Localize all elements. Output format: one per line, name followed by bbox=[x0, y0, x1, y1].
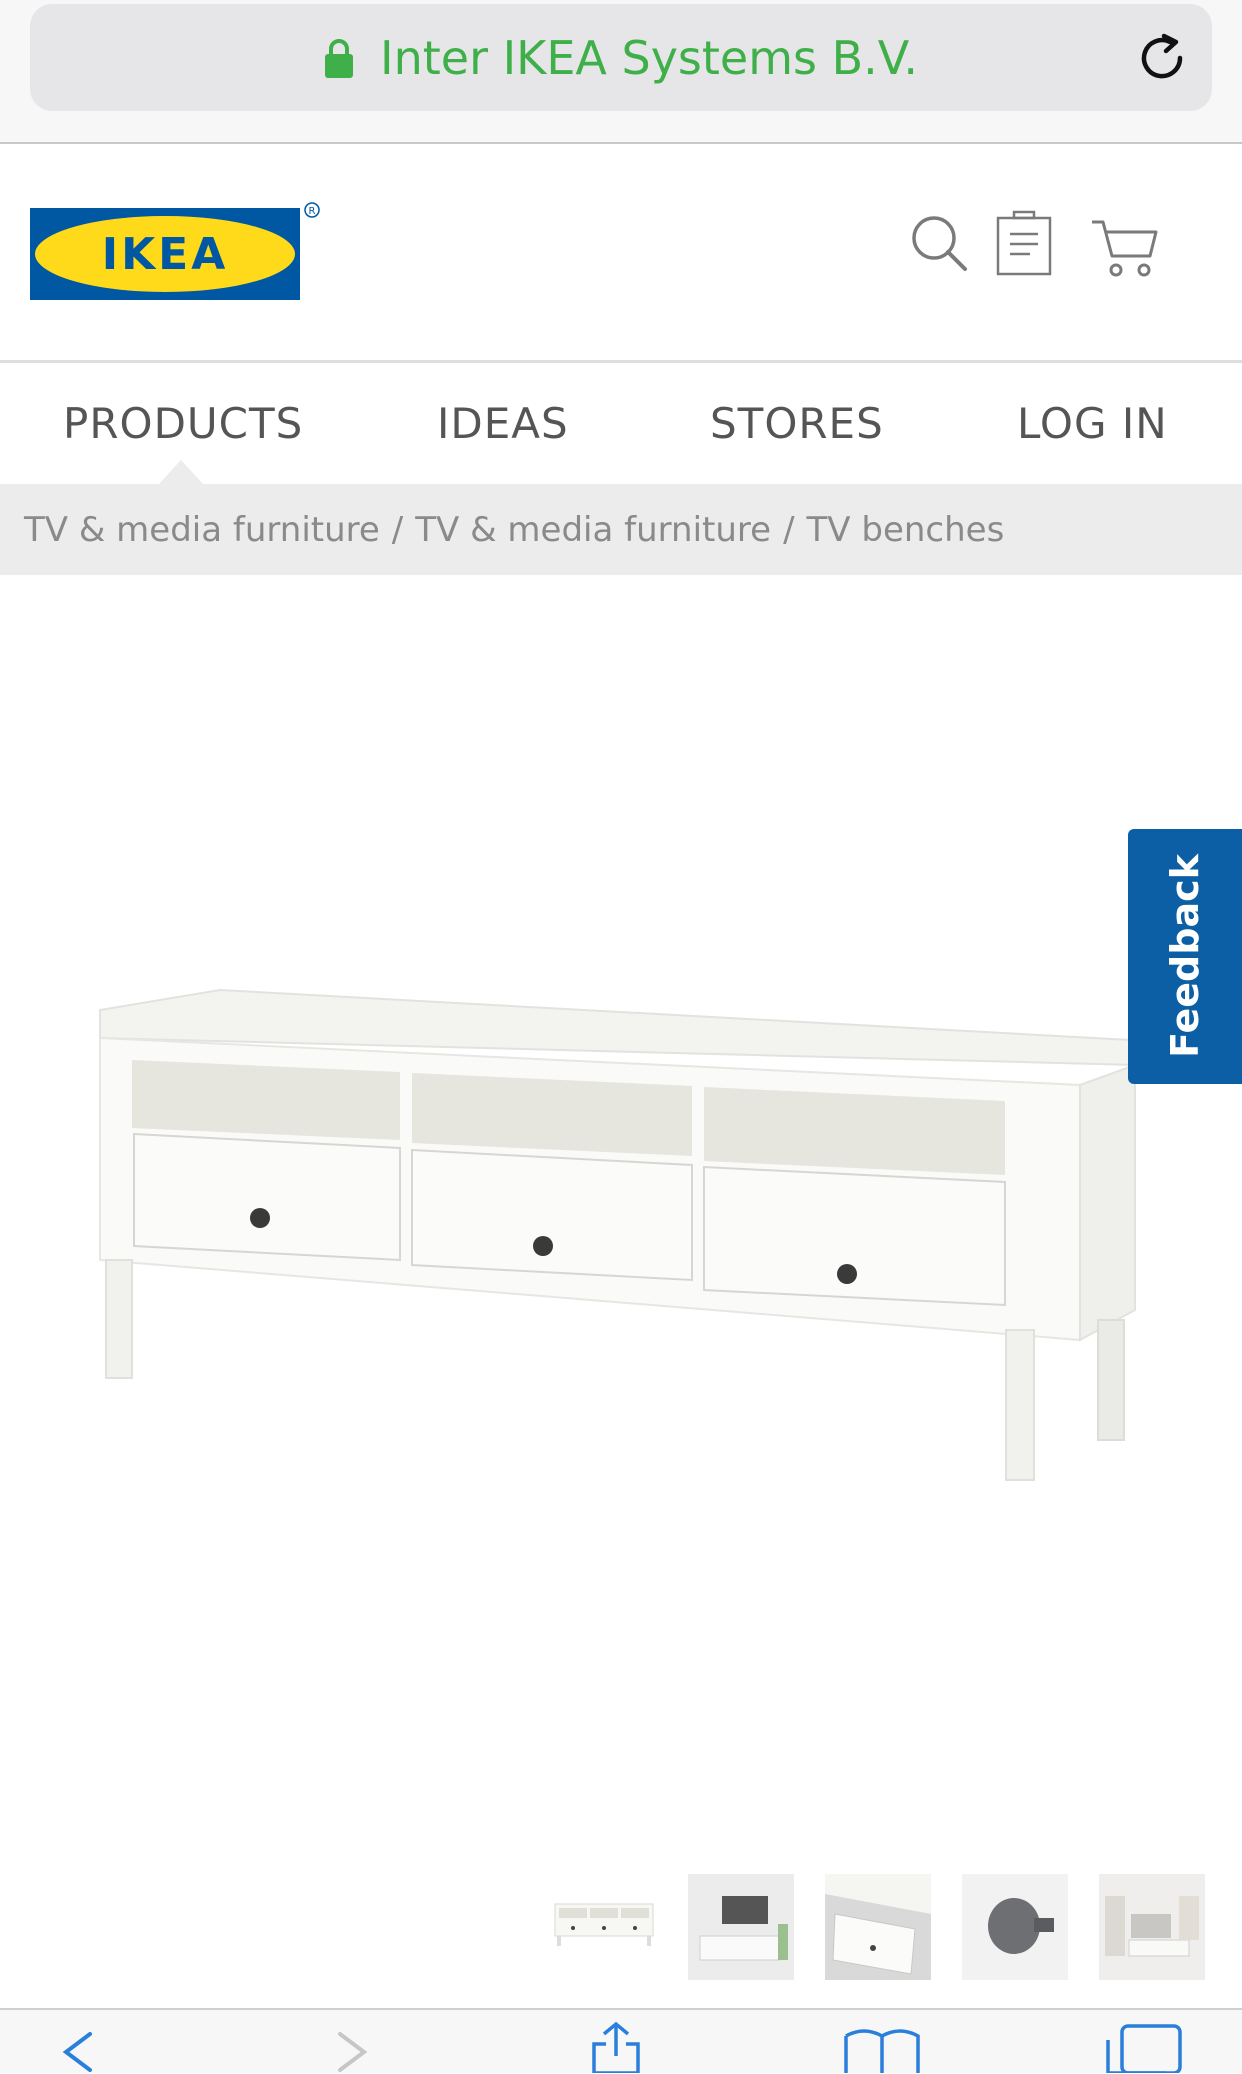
feedback-tab[interactable]: Feedback bbox=[1128, 829, 1242, 1084]
nav-products[interactable]: PRODUCTS bbox=[63, 399, 303, 448]
living-room-thumb-icon bbox=[688, 1874, 794, 1980]
thumbnail-tv-bench-drawer-open[interactable] bbox=[825, 1874, 931, 1980]
browser-toolbar bbox=[0, 2008, 1242, 2073]
breadcrumb-separator: / bbox=[391, 509, 404, 550]
active-nav-indicator bbox=[159, 460, 203, 484]
address-field[interactable]: Inter IKEA Systems B.V. bbox=[30, 4, 1212, 111]
thumbnail-knob-detail[interactable] bbox=[962, 1874, 1068, 1980]
forward-icon[interactable] bbox=[336, 2030, 370, 2074]
ikea-logo[interactable]: IKEA R bbox=[30, 202, 322, 300]
lock-icon bbox=[325, 38, 354, 78]
breadcrumb-item[interactable]: TV & media furniture bbox=[24, 510, 380, 550]
feedback-label: Feedback bbox=[1163, 854, 1207, 1058]
thumbnail-room-setting[interactable] bbox=[1099, 1874, 1205, 1980]
share-icon[interactable] bbox=[588, 2020, 644, 2073]
site-header: IKEA R bbox=[0, 144, 1242, 363]
tabs-icon[interactable] bbox=[1104, 2022, 1184, 2073]
knob-thumb-icon bbox=[962, 1874, 1068, 1980]
svg-text:IKEA: IKEA bbox=[102, 229, 229, 280]
svg-text:R: R bbox=[309, 206, 316, 217]
shopping-list-icon[interactable] bbox=[994, 208, 1054, 276]
thumbnail-tv-bench-living-room[interactable] bbox=[688, 1874, 794, 1980]
browser-url-bar: Inter IKEA Systems B.V. bbox=[0, 0, 1242, 144]
nav-ideas[interactable]: IDEAS bbox=[437, 399, 569, 448]
breadcrumb-item[interactable]: TV & media furniture bbox=[415, 510, 771, 550]
address-content: Inter IKEA Systems B.V. bbox=[30, 4, 1212, 111]
nav-log-in[interactable]: LOG IN bbox=[1017, 399, 1168, 448]
breadcrumb: TV & media furniture / TV & media furnitur… bbox=[0, 484, 1242, 575]
product-image[interactable] bbox=[80, 960, 1150, 1540]
room-thumb-icon bbox=[1099, 1874, 1205, 1980]
cart-icon[interactable] bbox=[1090, 214, 1158, 280]
site-identity-text: Inter IKEA Systems B.V. bbox=[380, 30, 918, 85]
search-icon[interactable] bbox=[910, 214, 968, 272]
reload-icon[interactable] bbox=[1136, 32, 1188, 84]
tv-bench-thumb-icon bbox=[554, 1903, 654, 1946]
drawer-thumb-icon bbox=[825, 1874, 931, 1980]
bookmarks-icon[interactable] bbox=[842, 2026, 922, 2073]
breadcrumb-separator: / bbox=[783, 509, 795, 550]
back-icon[interactable] bbox=[60, 2030, 94, 2074]
breadcrumb-item-current[interactable]: TV benches bbox=[807, 510, 1005, 550]
thumbnail-tv-bench-front[interactable] bbox=[551, 1874, 657, 1980]
nav-stores[interactable]: STORES bbox=[710, 399, 884, 448]
